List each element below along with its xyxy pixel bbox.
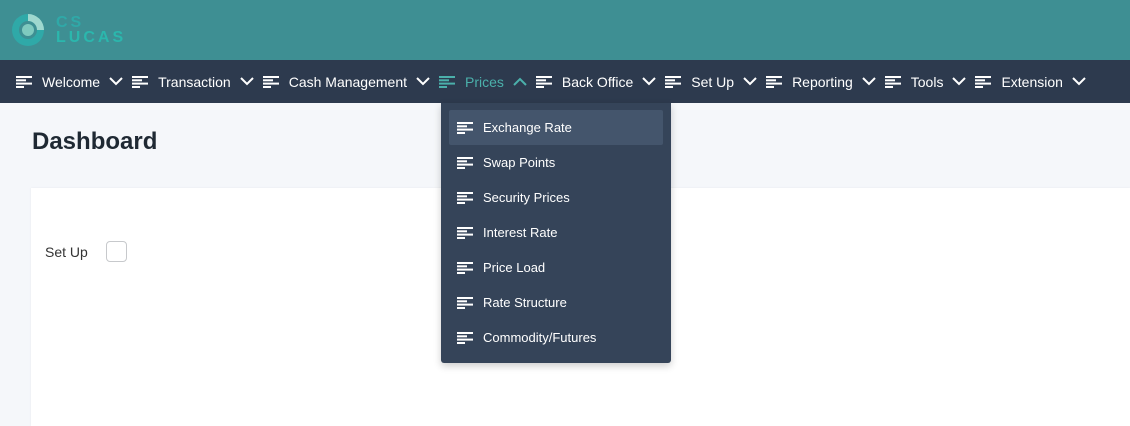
menu-item-price-load[interactable]: Price Load xyxy=(449,250,663,285)
menu-item-exchange-rate[interactable]: Exchange Rate xyxy=(449,110,663,145)
nav-item-label: Transaction xyxy=(158,73,231,90)
chevron-down-icon xyxy=(862,77,876,86)
nav-item-label: Welcome xyxy=(42,73,101,90)
menu-item-swap-points[interactable]: Swap Points xyxy=(449,145,663,180)
nav-item-cash-management[interactable]: Cash Management xyxy=(262,60,430,103)
main-nav: Welcome Transaction Cash Management Pric… xyxy=(0,60,1130,103)
nav-item-tools[interactable]: Tools xyxy=(884,60,967,103)
menu-lines-icon xyxy=(457,296,473,309)
menu-lines-icon xyxy=(457,331,473,344)
menu-lines-icon xyxy=(457,226,473,239)
logo-text: CS LUCAS xyxy=(56,14,127,46)
menu-lines-icon xyxy=(665,75,682,88)
menu-lines-icon xyxy=(457,121,473,134)
chevron-down-icon xyxy=(416,77,430,86)
menu-lines-icon xyxy=(262,75,279,88)
chevron-down-icon xyxy=(1072,77,1086,86)
menu-lines-icon xyxy=(457,156,473,169)
menu-lines-icon xyxy=(457,261,473,274)
prices-dropdown-menu: Exchange Rate Swap Points Security Price… xyxy=(441,103,671,363)
nav-item-label: Set Up xyxy=(691,73,735,90)
menu-item-label: Security Prices xyxy=(483,190,570,205)
nav-item-extension[interactable]: Extension xyxy=(975,60,1086,103)
nav-item-label: Extension xyxy=(1001,73,1063,90)
menu-item-label: Commodity/Futures xyxy=(483,330,597,345)
menu-item-label: Rate Structure xyxy=(483,295,567,310)
menu-item-label: Exchange Rate xyxy=(483,120,572,135)
logo-line-2: LUCAS xyxy=(56,29,127,46)
nav-item-prices[interactable]: Prices xyxy=(439,60,527,103)
nav-item-set-up[interactable]: Set Up xyxy=(665,60,757,103)
logo-line-1: CS xyxy=(56,14,85,31)
menu-lines-icon xyxy=(16,75,32,88)
menu-item-rate-structure[interactable]: Rate Structure xyxy=(449,285,663,320)
chevron-down-icon xyxy=(109,77,123,86)
menu-lines-icon xyxy=(535,75,552,88)
setup-label: Set Up xyxy=(45,244,88,260)
nav-item-label: Prices xyxy=(465,73,504,90)
nav-item-transaction[interactable]: Transaction xyxy=(132,60,254,103)
menu-lines-icon xyxy=(975,75,992,88)
logo-icon xyxy=(12,14,44,46)
menu-item-security-prices[interactable]: Security Prices xyxy=(449,180,663,215)
nav-item-label: Cash Management xyxy=(288,73,408,90)
page-title: Dashboard xyxy=(32,128,158,155)
chevron-down-icon xyxy=(952,77,967,86)
menu-item-label: Swap Points xyxy=(483,155,556,170)
app-header: CS LUCAS xyxy=(0,0,1130,60)
menu-lines-icon xyxy=(439,75,456,88)
logo[interactable]: CS LUCAS xyxy=(10,10,126,50)
chevron-down-icon xyxy=(743,77,757,86)
menu-lines-icon xyxy=(766,75,783,88)
menu-lines-icon xyxy=(884,75,901,88)
menu-item-commodity-futures[interactable]: Commodity/Futures xyxy=(449,320,663,355)
setup-checkbox[interactable] xyxy=(106,241,127,262)
chevron-down-icon xyxy=(642,77,656,86)
nav-item-label: Back Office xyxy=(561,73,634,90)
nav-item-reporting[interactable]: Reporting xyxy=(766,60,876,103)
menu-item-interest-rate[interactable]: Interest Rate xyxy=(449,215,663,250)
nav-item-back-office[interactable]: Back Office xyxy=(535,60,656,103)
menu-lines-icon xyxy=(457,191,473,204)
menu-item-label: Price Load xyxy=(483,260,546,275)
nav-item-label: Tools xyxy=(910,73,944,90)
chevron-up-icon xyxy=(513,77,527,86)
nav-item-welcome[interactable]: Welcome xyxy=(16,60,123,103)
menu-lines-icon xyxy=(132,75,149,88)
menu-item-label: Interest Rate xyxy=(483,225,558,240)
nav-item-label: Reporting xyxy=(792,73,853,90)
chevron-down-icon xyxy=(240,77,254,86)
